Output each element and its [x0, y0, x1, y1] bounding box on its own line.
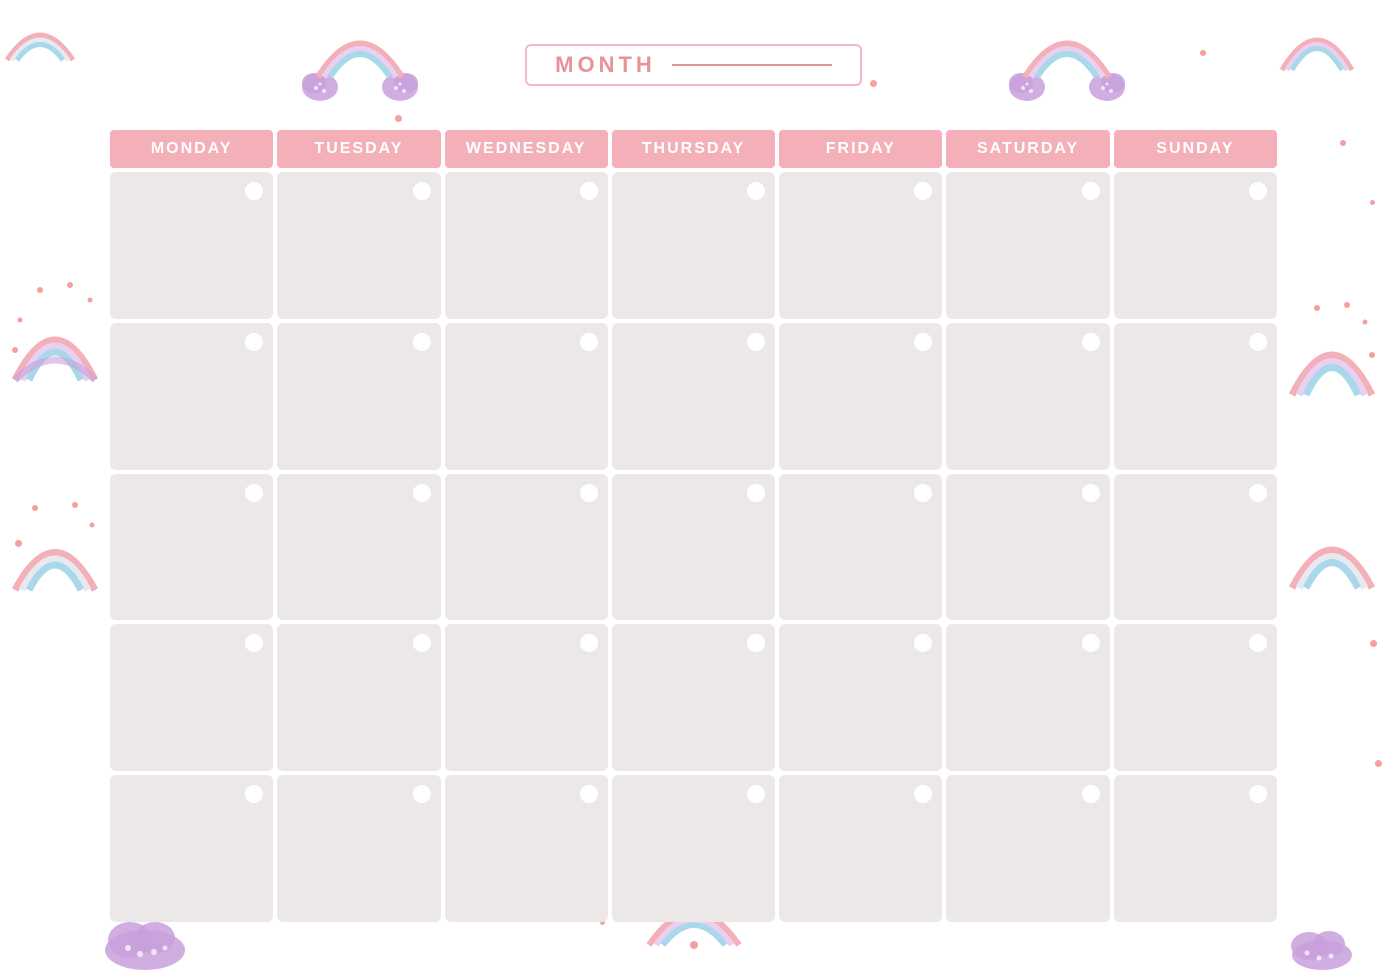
day-saturday: SATURDAY [946, 130, 1109, 168]
dot-decor [1370, 640, 1377, 647]
table-row[interactable] [110, 323, 273, 470]
rainbow-right-lower [1287, 500, 1377, 615]
cell-dot [580, 182, 598, 200]
table-row[interactable] [779, 624, 942, 771]
table-row[interactable] [1114, 474, 1277, 621]
cell-dot [413, 333, 431, 351]
cell-dot [914, 634, 932, 652]
cell-dot [245, 785, 263, 803]
cell-dot [747, 484, 765, 502]
cell-dot [747, 182, 765, 200]
month-line [672, 64, 832, 66]
cell-dot [1249, 182, 1267, 200]
cell-dot [413, 484, 431, 502]
calendar-container: MONDAY TUESDAY WEDNESDAY THURSDAY FRIDAY… [110, 130, 1277, 930]
cell-dot [1249, 484, 1267, 502]
header: monTH [0, 10, 1387, 120]
cell-dot [914, 182, 932, 200]
cloud-bottom-right [1287, 920, 1357, 975]
table-row[interactable] [277, 624, 440, 771]
table-row[interactable] [946, 474, 1109, 621]
dot-decor [1340, 140, 1346, 146]
table-row[interactable] [1114, 172, 1277, 319]
table-row[interactable] [445, 474, 608, 621]
cell-dot [1082, 634, 1100, 652]
cell-dot [1249, 333, 1267, 351]
table-row[interactable] [1114, 775, 1277, 922]
cell-dot [1249, 634, 1267, 652]
table-row[interactable] [110, 172, 273, 319]
table-row[interactable] [277, 172, 440, 319]
table-row[interactable] [277, 775, 440, 922]
cell-dot [747, 634, 765, 652]
table-row[interactable] [779, 775, 942, 922]
table-row[interactable] [612, 624, 775, 771]
table-row[interactable] [277, 474, 440, 621]
table-row[interactable] [1114, 624, 1277, 771]
cell-dot [580, 785, 598, 803]
table-row[interactable] [946, 624, 1109, 771]
table-row[interactable] [445, 775, 608, 922]
cell-dot [1082, 484, 1100, 502]
table-row[interactable] [110, 474, 273, 621]
cell-dot [747, 333, 765, 351]
calendar-page: monTH MONDAY TUESDAY WEDNESDAY THURSDAY … [0, 0, 1387, 980]
cell-dot [245, 182, 263, 200]
day-thursday: THURSDAY [612, 130, 775, 168]
dot-decor [1370, 200, 1375, 205]
day-sunday: SUNDAY [1114, 130, 1277, 168]
table-row[interactable] [612, 775, 775, 922]
cell-dot [580, 634, 598, 652]
cell-dot [914, 333, 932, 351]
cell-dot [580, 333, 598, 351]
cell-dot [1082, 182, 1100, 200]
day-wednesday: WEDNESDAY [445, 130, 608, 168]
rainbow-left-mid [10, 280, 100, 415]
table-row[interactable] [946, 172, 1109, 319]
cell-dot [245, 333, 263, 351]
table-row[interactable] [110, 775, 273, 922]
table-row[interactable] [277, 323, 440, 470]
rainbow-left-lower [10, 500, 100, 615]
day-tuesday: TUESDAY [277, 130, 440, 168]
table-row[interactable] [779, 474, 942, 621]
cell-dot [1082, 333, 1100, 351]
table-row[interactable] [612, 474, 775, 621]
table-row[interactable] [946, 323, 1109, 470]
cell-dot [1249, 785, 1267, 803]
day-monday: MONDAY [110, 130, 273, 168]
day-friday: FRIDAY [779, 130, 942, 168]
cell-dot [245, 484, 263, 502]
table-row[interactable] [612, 323, 775, 470]
cell-dot [413, 182, 431, 200]
cell-dot [1082, 785, 1100, 803]
month-label-box: monTH [525, 44, 862, 86]
dot-decor [1375, 760, 1382, 767]
table-row[interactable] [1114, 323, 1277, 470]
calendar-header: MONDAY TUESDAY WEDNESDAY THURSDAY FRIDAY… [110, 130, 1277, 168]
table-row[interactable] [946, 775, 1109, 922]
cell-dot [413, 785, 431, 803]
cell-dot [747, 785, 765, 803]
cell-dot [914, 785, 932, 803]
table-row[interactable] [445, 624, 608, 771]
table-row[interactable] [779, 172, 942, 319]
month-label: monTH [555, 52, 656, 78]
rainbow-right-mid [1287, 300, 1377, 425]
cell-dot [245, 634, 263, 652]
cell-dot [580, 484, 598, 502]
calendar-grid [110, 172, 1277, 922]
cell-dot [413, 634, 431, 652]
table-row[interactable] [779, 323, 942, 470]
table-row[interactable] [445, 323, 608, 470]
table-row[interactable] [612, 172, 775, 319]
cell-dot [914, 484, 932, 502]
table-row[interactable] [110, 624, 273, 771]
table-row[interactable] [445, 172, 608, 319]
